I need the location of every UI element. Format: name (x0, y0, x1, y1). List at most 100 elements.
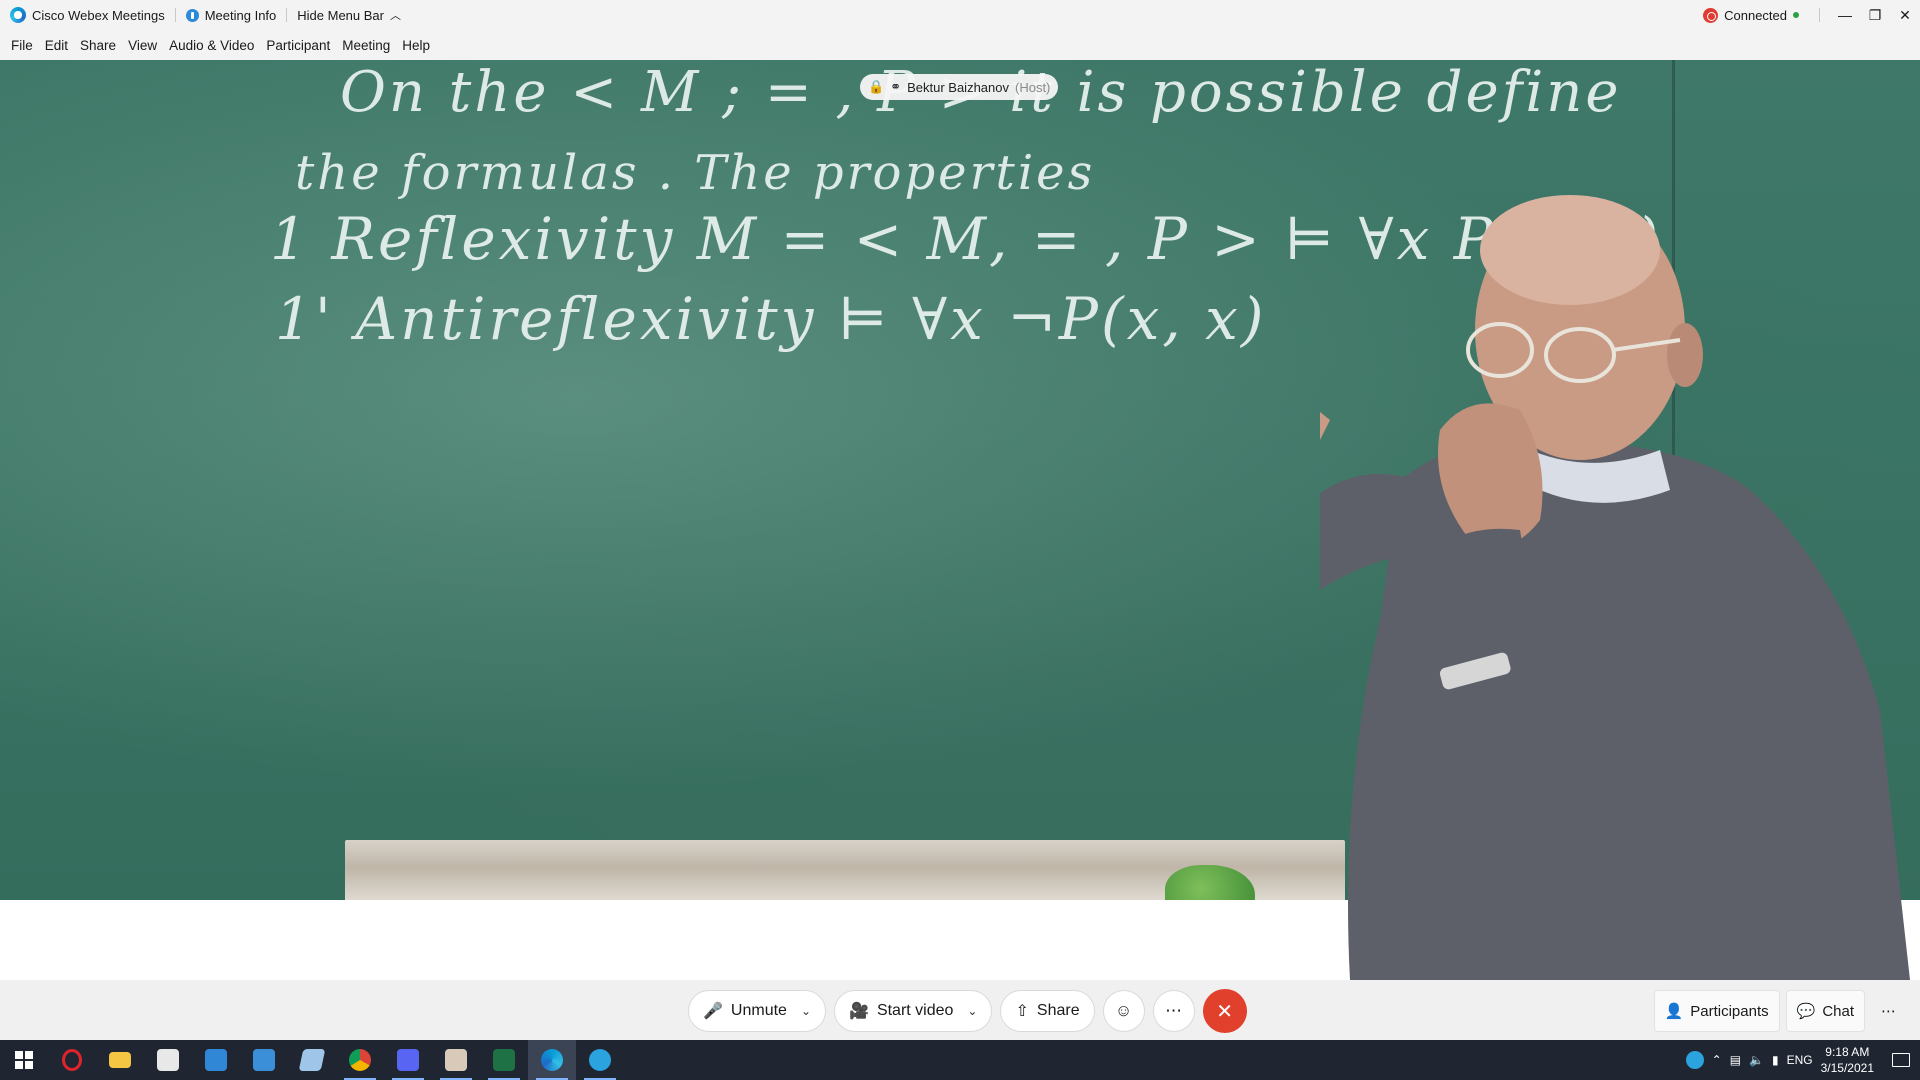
host-name: Bektur Baizhanov (907, 79, 1009, 95)
video-off-icon: 🎥 (849, 1003, 869, 1020)
chevron-down-icon[interactable]: ⌄ (967, 1004, 977, 1018)
menu-file[interactable]: File (5, 30, 39, 60)
system-tray: ⌃ ▤ 🔈 ▮ ENG 9:18 AM 3/15/2021 (1685, 1040, 1920, 1080)
connection-status-label: Connected (1724, 7, 1787, 23)
taskbar-telegram[interactable] (576, 1040, 624, 1080)
discord-icon (397, 1049, 419, 1071)
minimize-button[interactable]: — (1830, 0, 1860, 30)
meeting-controls: 🎤 Unmute ⌄ 🎥 Start video ⌄ ⇧ Share ☺ ⋯ ✕… (0, 980, 1920, 1040)
chevron-down-icon[interactable]: ⌄ (801, 1004, 811, 1018)
connection-icon (1703, 7, 1719, 23)
host-role: (Host) (1015, 79, 1051, 95)
meeting-info-button[interactable]: Meeting Info (176, 0, 287, 30)
participants-button[interactable]: 👤 Participants (1653, 990, 1780, 1032)
windows-taskbar: ⌃ ▤ 🔈 ▮ ENG 9:18 AM 3/15/2021 (0, 1040, 1920, 1080)
start-button[interactable] (0, 1040, 48, 1080)
host-icon: ⚭ (890, 79, 902, 94)
participants-label: Participants (1690, 1002, 1769, 1020)
taskbar-opera[interactable] (48, 1040, 96, 1080)
person-icon: 👤 (1664, 1003, 1684, 1020)
battery-icon[interactable]: ▮ (1772, 1053, 1779, 1067)
taskbar-chrome[interactable] (336, 1040, 384, 1080)
chat-label: Chat (1822, 1002, 1854, 1020)
ellipsis-icon: ⋯ (1881, 1003, 1896, 1020)
windows-logo-icon (15, 1051, 33, 1069)
share-button[interactable]: ⇧ Share (1000, 990, 1095, 1032)
menu-bar: File Edit Share View Audio & Video Parti… (0, 30, 1920, 60)
notifications-icon[interactable] (1892, 1053, 1910, 1067)
webex-icon (541, 1049, 563, 1071)
taskbar-store[interactable] (144, 1040, 192, 1080)
share-label: Share (1036, 1002, 1080, 1019)
webex-logo-icon (10, 7, 26, 23)
chevron-up-icon: ︿ (389, 10, 401, 22)
calculator-icon (253, 1049, 275, 1071)
chrome-icon (349, 1049, 371, 1071)
menu-meeting[interactable]: Meeting (336, 30, 396, 60)
menu-participant[interactable]: Participant (260, 30, 336, 60)
clock-date: 3/15/2021 (1820, 1061, 1874, 1075)
telegram-icon (589, 1049, 611, 1071)
excel-icon (493, 1049, 515, 1071)
unmute-label: Unmute (730, 1002, 787, 1019)
menu-help[interactable]: Help (396, 30, 436, 60)
start-video-button[interactable]: 🎥 Start video ⌄ (834, 990, 993, 1032)
volume-icon[interactable]: 🔈 (1749, 1053, 1764, 1067)
menu-share[interactable]: Share (74, 30, 122, 60)
lecturer-figure (1320, 195, 1910, 980)
title-separator (1819, 8, 1820, 22)
panel-options-button[interactable]: ⋯ (1871, 990, 1906, 1032)
clock-time: 9:18 AM (1825, 1045, 1870, 1059)
help-icon[interactable] (1685, 1051, 1704, 1069)
unmute-button[interactable]: 🎤 Unmute ⌄ (688, 990, 827, 1032)
restore-button[interactable]: ❐ (1860, 0, 1890, 30)
leave-meeting-button[interactable]: ✕ (1202, 989, 1247, 1033)
close-icon: ✕ (1216, 1000, 1233, 1023)
taskbar-file-explorer[interactable] (96, 1040, 144, 1080)
taskbar-audio-app[interactable] (192, 1040, 240, 1080)
more-options-button[interactable]: ⋯ (1152, 990, 1195, 1032)
image-icon (445, 1049, 467, 1071)
app-title: Cisco Webex Meetings (0, 0, 175, 30)
hide-menu-bar-label: Hide Menu Bar (297, 7, 384, 23)
app-title-label: Cisco Webex Meetings (32, 7, 165, 23)
app-icon (298, 1049, 326, 1071)
start-video-label: Start video (876, 1002, 954, 1019)
smiley-icon: ☺ (1114, 1001, 1133, 1020)
status-dot-icon (1793, 12, 1799, 18)
taskbar-discord[interactable] (384, 1040, 432, 1080)
share-icon: ⇧ (1015, 1003, 1029, 1020)
host-name-badge: 🔒 ⚭ Bektur Baizhanov (Host) (860, 74, 1059, 100)
microphone-muted-icon: 🎤 (703, 1003, 723, 1020)
chevron-up-icon[interactable]: ⌃ (1712, 1053, 1722, 1067)
clock[interactable]: 9:18 AM 3/15/2021 (1821, 1044, 1874, 1076)
chat-button[interactable]: 💬 Chat (1785, 990, 1865, 1032)
meeting-info-label: Meeting Info (204, 7, 277, 23)
network-icon[interactable]: ▤ (1730, 1053, 1741, 1067)
reactions-button[interactable]: ☺ (1102, 990, 1145, 1032)
info-icon (185, 8, 199, 22)
chalk-line: 1' Antireflexivity ⊨ ∀x ¬P(x, x) (275, 285, 1267, 353)
menu-audio-video[interactable]: Audio & Video (163, 30, 260, 60)
menu-view[interactable]: View (122, 30, 163, 60)
store-icon (157, 1049, 179, 1071)
connection-status[interactable]: Connected (1693, 0, 1809, 30)
chat-bubble-icon: 💬 (1796, 1003, 1816, 1020)
folder-icon (109, 1052, 131, 1068)
lock-icon: 🔒 (868, 79, 885, 94)
opera-icon (62, 1049, 82, 1071)
taskbar-app[interactable] (288, 1040, 336, 1080)
menu-edit[interactable]: Edit (39, 30, 74, 60)
chalk-line: the formulas . The properties (295, 145, 1096, 201)
language-indicator[interactable]: ENG (1787, 1053, 1813, 1067)
title-bar: Cisco Webex Meetings Meeting Info Hide M… (0, 0, 1920, 30)
taskbar-webex[interactable] (528, 1040, 576, 1080)
video-stage[interactable]: On the < M ; = , P > it is possible defi… (0, 60, 1920, 980)
close-window-button[interactable]: ✕ (1890, 0, 1920, 30)
hide-menu-bar-button[interactable]: Hide Menu Bar ︿ (287, 0, 411, 30)
speaker-icon (205, 1049, 227, 1071)
taskbar-photos[interactable] (432, 1040, 480, 1080)
taskbar-excel[interactable] (480, 1040, 528, 1080)
ellipsis-icon: ⋯ (1165, 1001, 1183, 1020)
taskbar-calculator[interactable] (240, 1040, 288, 1080)
